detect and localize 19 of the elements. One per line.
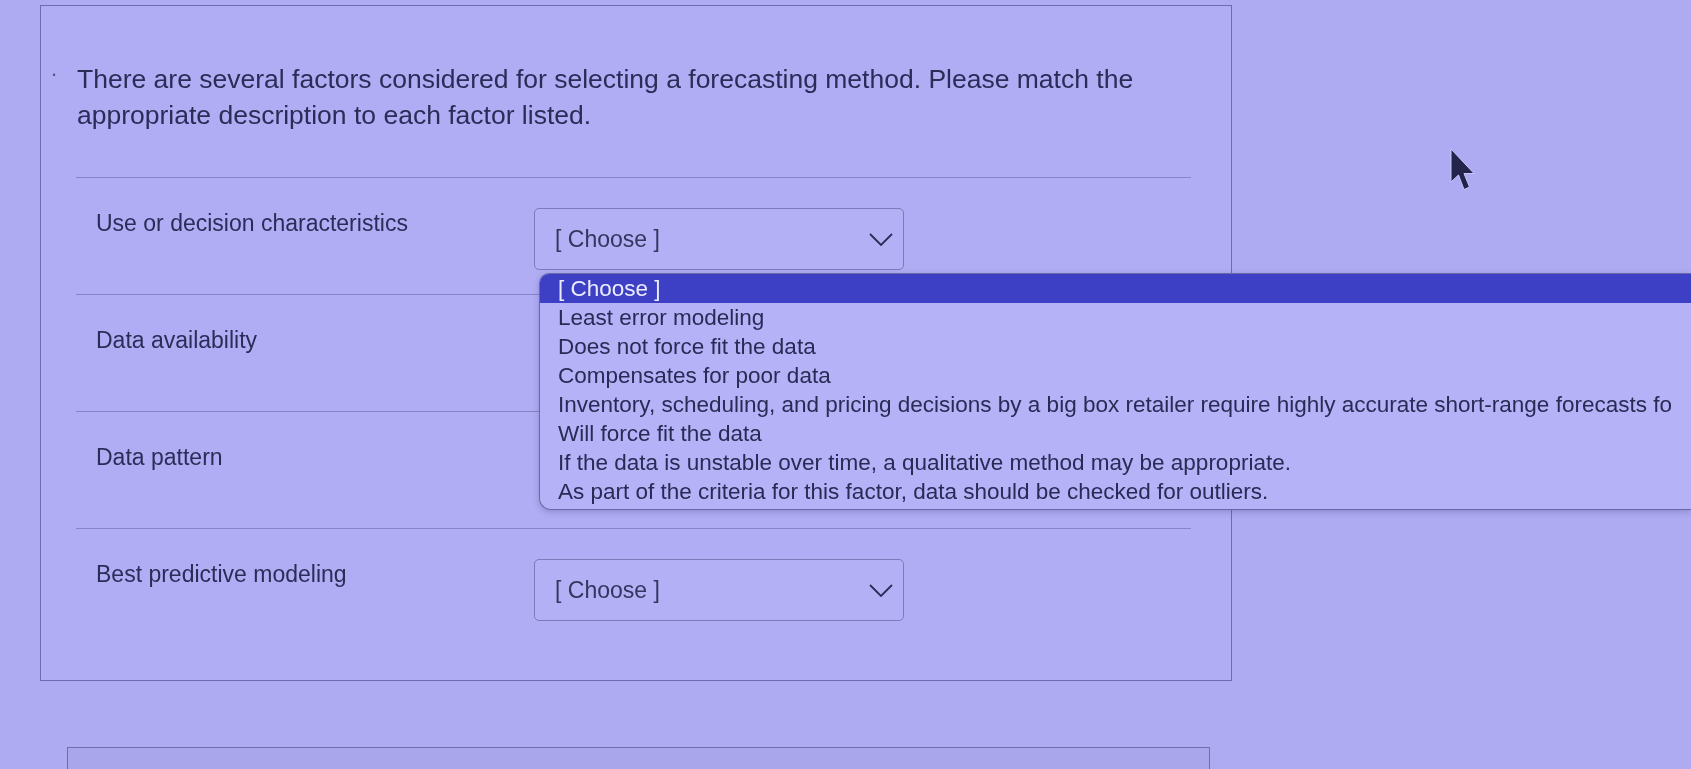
factor-label: Best predictive modeling xyxy=(95,560,348,588)
cursor-icon xyxy=(1450,148,1475,191)
dropdown-option[interactable]: If the data is unstable over time, a qualitative method may be appropriate. xyxy=(540,448,1691,477)
dropdown-option[interactable]: Does not force fit the data xyxy=(540,332,1691,361)
factor-label: Data availability xyxy=(95,326,259,354)
question-marker: . xyxy=(51,55,57,83)
factor-label: Use or decision characteristics xyxy=(95,209,409,237)
dropdown-option[interactable]: [ Choose ] xyxy=(540,274,1691,303)
dropdown-option[interactable]: Inventory, scheduling, and pricing decisions by a big box retailer require highly accurate short-range forecasts fo xyxy=(540,390,1691,419)
select-field[interactable]: [ Choose ] xyxy=(534,559,904,621)
dropdown-option[interactable]: Least error modeling xyxy=(540,303,1691,332)
question-text: There are several factors considered for selecting a forecasting method. Please match the appropriate description to each factor listed. xyxy=(77,63,1135,132)
select-field[interactable]: [ Choose ] xyxy=(534,208,904,270)
dropdown-option[interactable]: Will force fit the data xyxy=(540,419,1691,448)
dropdown-option[interactable]: As part of the criteria for this factor, data should be checked for outliers. xyxy=(540,477,1691,506)
factor-label: Data pattern xyxy=(95,443,224,471)
dropdown-option[interactable]: Compensates for poor data xyxy=(540,361,1691,390)
chevron-down-icon xyxy=(869,583,893,597)
chevron-down-icon xyxy=(869,232,893,246)
